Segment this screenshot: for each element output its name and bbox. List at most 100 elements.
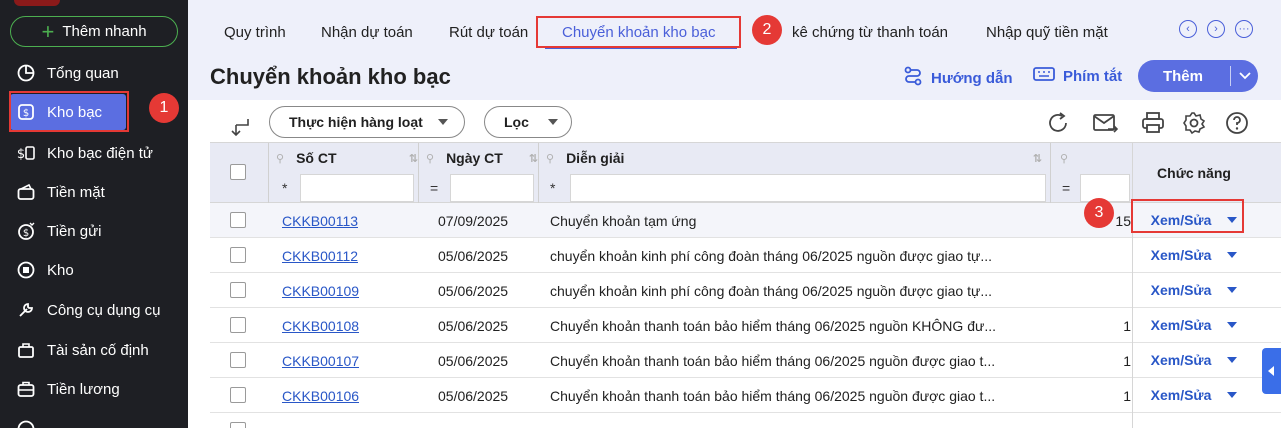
column-header-description[interactable]: ⚲ Diễn giải ⇅ <box>546 143 1042 173</box>
table-row[interactable] <box>210 413 1281 428</box>
svg-text:$: $ <box>17 147 25 162</box>
sidebar-item-more[interactable] <box>0 410 188 428</box>
sidebar-item-warehouse[interactable]: Kho <box>0 251 188 289</box>
deposit-icon: $ <box>15 220 37 242</box>
annotation-badge-1: 1 <box>149 93 179 123</box>
annotation-box-2 <box>536 16 741 48</box>
send-mail-icon[interactable] <box>1092 110 1118 136</box>
fixed-asset-icon <box>15 339 37 361</box>
tab-withdraw-estimate[interactable]: Rút dự toán <box>449 24 528 41</box>
doc-no-link[interactable]: CKKB00108 <box>282 308 359 343</box>
sidebar-item-deposit[interactable]: $ Tiền gửi <box>0 212 188 250</box>
view-edit-button[interactable]: Xem/Sửa <box>1151 247 1212 263</box>
column-header-function: Chức năng <box>1133 143 1255 203</box>
column-header-amount[interactable]: ⚲ <box>1060 143 1120 173</box>
table-row[interactable]: CKKB00113 07/09/2025 Chuyển khoản tạm ứn… <box>210 203 1281 238</box>
filter-amount-input[interactable] <box>1080 174 1130 202</box>
tab-scroll-right-icon[interactable]: › <box>1207 20 1225 38</box>
salary-icon <box>15 378 37 400</box>
action-dropdown-icon[interactable] <box>1227 357 1238 363</box>
annotation-badge-2: 2 <box>752 15 782 45</box>
more-tabs-icon[interactable]: ··· <box>1235 20 1253 38</box>
table-row[interactable]: CKKB00108 05/06/2025 Chuyển khoản thanh … <box>210 308 1281 343</box>
tab-payment-voucher-list[interactable]: kê chứng từ thanh toán <box>792 24 948 41</box>
annotation-box-3 <box>1131 199 1244 233</box>
doc-no-link[interactable]: CKKB00113 <box>282 203 358 238</box>
table-row[interactable]: CKKB00107 05/06/2025 Chuyển khoản thanh … <box>210 343 1281 378</box>
row-checkbox[interactable] <box>230 387 246 403</box>
row-checkbox[interactable] <box>230 282 246 298</box>
column-header-doc-no[interactable]: ⚲ Số CT ⇅ <box>276 143 418 173</box>
page-title: Chuyển khoản kho bạc <box>210 64 451 89</box>
help-icon[interactable] <box>1224 110 1250 136</box>
tab-scroll-left-icon[interactable]: ‹ <box>1179 20 1197 38</box>
route-icon <box>903 66 923 90</box>
row-checkbox[interactable] <box>230 247 246 263</box>
pin-icon: ⚲ <box>1060 152 1069 165</box>
filter-description-input[interactable] <box>570 174 1046 202</box>
table-row[interactable]: CKKB00112 05/06/2025 chuyển khoản kinh p… <box>210 238 1281 273</box>
doc-no-link[interactable]: CKKB00112 <box>282 238 358 273</box>
batch-action-button[interactable]: Thực hiện hàng loạt <box>269 106 465 138</box>
sort-icon[interactable]: ⇅ <box>1033 152 1042 165</box>
tools-icon <box>15 299 37 321</box>
tab-cash-receipt[interactable]: Nhập quỹ tiền mặt <box>986 24 1108 41</box>
sort-icon[interactable]: ⇅ <box>409 152 418 165</box>
side-panel-toggle[interactable] <box>1262 348 1281 394</box>
data-grid: ⚲ Số CT ⇅ ⚲ Ngày CT ⇅ ⚲ Diễn giải ⇅ ⚲ * <box>210 142 1281 428</box>
chevron-down-icon[interactable] <box>1234 60 1256 92</box>
select-all-checkbox[interactable] <box>230 164 246 180</box>
pin-icon: ⚲ <box>276 152 285 165</box>
sort-icon[interactable]: ⇅ <box>529 152 538 165</box>
refresh-icon[interactable] <box>1045 110 1071 136</box>
filter-doc-date-input[interactable] <box>450 174 534 202</box>
row-action-cell: Xem/Sửa <box>1133 308 1255 343</box>
sidebar-item-e-treasury[interactable]: $ Kho bạc điện tử <box>0 134 188 172</box>
sidebar-item-salary[interactable]: Tiền lương <box>0 370 188 408</box>
action-dropdown-icon[interactable] <box>1227 252 1238 258</box>
sidebar-item-fixed-assets[interactable]: Tài sản cố định <box>0 331 188 369</box>
function-column: Chức năng Xem/Sửa Xem/Sửa Xem/Sửa Xem/Sử… <box>1132 143 1255 428</box>
action-dropdown-icon[interactable] <box>1227 287 1238 293</box>
table-row[interactable]: CKKB00106 05/06/2025 Chuyển khoản thanh … <box>210 378 1281 413</box>
row-action-cell: Xem/Sửa <box>1133 238 1255 273</box>
action-dropdown-icon[interactable] <box>1227 322 1238 328</box>
guide-link[interactable]: Hướng dẫn <box>903 66 1013 90</box>
quick-add-button[interactable]: + Thêm nhanh <box>10 16 178 47</box>
app-logo <box>14 0 60 6</box>
pie-chart-icon <box>15 62 37 84</box>
gear-icon[interactable] <box>1181 110 1207 136</box>
shortcuts-link[interactable]: Phím tắt <box>1033 66 1122 86</box>
filter-button[interactable]: Lọc <box>484 106 572 138</box>
more-icon <box>15 418 37 428</box>
action-dropdown-icon[interactable] <box>1227 392 1238 398</box>
row-checkbox[interactable] <box>230 212 246 228</box>
plus-icon: + <box>41 18 55 44</box>
grid-header: ⚲ Số CT ⇅ ⚲ Ngày CT ⇅ ⚲ Diễn giải ⇅ ⚲ * <box>210 143 1281 203</box>
view-edit-button[interactable]: Xem/Sửa <box>1151 387 1212 403</box>
pin-icon: ⚲ <box>546 152 555 165</box>
view-edit-button[interactable]: Xem/Sửa <box>1151 282 1212 298</box>
keyboard-icon <box>1033 66 1055 86</box>
warehouse-icon <box>15 259 37 281</box>
sidebar-item-cash[interactable]: Tiền mặt <box>0 173 188 211</box>
row-checkbox[interactable] <box>230 422 246 428</box>
doc-no-link[interactable]: CKKB00106 <box>282 378 359 413</box>
column-header-doc-date[interactable]: ⚲ Ngày CT ⇅ <box>426 143 538 173</box>
doc-no-link[interactable]: CKKB00107 <box>282 343 359 378</box>
row-checkbox[interactable] <box>230 352 246 368</box>
doc-no-link[interactable]: CKKB00109 <box>282 273 359 308</box>
filter-doc-no-input[interactable] <box>300 174 414 202</box>
collapse-arrow-icon[interactable] <box>228 114 254 140</box>
row-checkbox[interactable] <box>230 317 246 333</box>
view-edit-button[interactable]: Xem/Sửa <box>1151 352 1212 368</box>
add-button[interactable]: Thêm <box>1138 60 1258 92</box>
sidebar-item-overview[interactable]: Tổng quan <box>0 54 188 92</box>
sidebar-item-tools[interactable]: Công cụ dụng cụ <box>0 291 188 329</box>
print-icon[interactable] <box>1140 110 1166 136</box>
tab-process[interactable]: Quy trình <box>224 24 286 41</box>
tab-receive-estimate[interactable]: Nhận dự toán <box>321 24 413 41</box>
annotation-box-1 <box>9 91 129 132</box>
view-edit-button[interactable]: Xem/Sửa <box>1151 317 1212 333</box>
table-row[interactable]: CKKB00109 05/06/2025 chuyển khoản kinh p… <box>210 273 1281 308</box>
